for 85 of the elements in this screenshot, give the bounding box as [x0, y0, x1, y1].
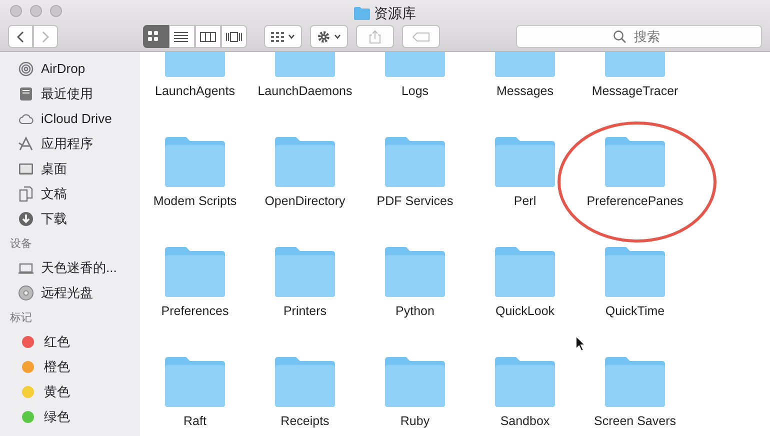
sidebar-item[interactable]: 最近使用 [0, 81, 140, 106]
list-view-tab[interactable] [169, 25, 195, 48]
folder-name: Perl [514, 193, 536, 210]
folder-name: Printers [283, 303, 327, 320]
folder-icon[interactable] [604, 246, 666, 298]
sidebar-item[interactable]: 远程光盘 [0, 280, 140, 305]
folder-icon[interactable] [604, 136, 666, 188]
folder-icon[interactable] [164, 136, 226, 188]
folder-icon[interactable] [494, 246, 556, 298]
folder-name: Python [396, 303, 434, 320]
folder-icon[interactable] [384, 246, 446, 298]
folder-name: MessageTracer [592, 83, 678, 100]
sidebar-item[interactable]: 红色 [0, 329, 140, 354]
share-button[interactable] [356, 25, 394, 48]
folder-name: Receipts [280, 413, 330, 430]
folder-icon[interactable] [604, 356, 666, 408]
folder-name: LaunchDaemons [258, 83, 352, 100]
tray-icon [18, 86, 34, 102]
disc-icon [18, 284, 34, 300]
folder-name: Messages [496, 83, 554, 100]
back-button[interactable] [8, 25, 33, 48]
window-title: 资源库 [374, 4, 416, 22]
folder-icon[interactable] [384, 356, 446, 408]
caret-icon [288, 34, 295, 39]
folder-name: Screen Savers [594, 413, 676, 430]
tag-button[interactable] [402, 25, 440, 48]
sidebar-item[interactable]: 橙色 [0, 354, 140, 379]
folder-name: Logs [401, 83, 429, 100]
folder-icon[interactable] [494, 136, 556, 188]
folder-name: PDF Services [376, 193, 454, 210]
folder-icon[interactable] [274, 246, 336, 298]
folder-icon [354, 6, 370, 20]
folder-name: Raft [184, 413, 206, 430]
download-icon [18, 210, 34, 226]
folder-name: Preferences [161, 303, 229, 320]
columns-icon [200, 30, 216, 42]
folder-icon[interactable] [164, 246, 226, 298]
sidebar-item[interactable]: iCloud Drive [0, 106, 140, 131]
sidebar-item[interactable]: 绿色 [0, 404, 140, 429]
sidebar-section-header: 标记 [9, 311, 33, 326]
sidebar-item[interactable]: 文稿 [0, 181, 140, 206]
close-button[interactable] [10, 5, 22, 17]
zoom-button[interactable] [50, 5, 62, 17]
folder-name: QuickLook [495, 303, 555, 320]
minimize-button[interactable] [30, 5, 42, 17]
tag-icon [412, 32, 430, 42]
chevron-right-icon [42, 30, 49, 42]
grid-icon [271, 32, 284, 42]
airdrop-icon [18, 60, 34, 76]
sidebar-item[interactable]: 桌面 [0, 156, 140, 181]
sidebar-item[interactable]: AirDrop [0, 56, 140, 81]
sidebar-item[interactable]: 下载 [0, 206, 140, 231]
folder-name: PreferencePanes [586, 193, 684, 210]
folder-name: Sandbox [500, 413, 550, 430]
cover-flow-icon [226, 30, 242, 42]
folder-name: QuickTime [605, 303, 665, 320]
sidebar-item[interactable]: 应用程序 [0, 131, 140, 156]
sidebar-section-header: 设备 [9, 237, 33, 252]
folder-icon[interactable] [384, 136, 446, 188]
search-field[interactable]: 搜索 [516, 25, 762, 48]
sidebar-item[interactable]: 黄色 [0, 379, 140, 404]
folder-icon[interactable] [274, 136, 336, 188]
folder-name: LaunchAgents [155, 83, 235, 100]
arrange-button[interactable] [264, 25, 302, 48]
lines-icon [174, 30, 190, 42]
folder-icon[interactable] [274, 356, 336, 408]
chevron-left-icon [17, 30, 24, 42]
pencil-ruler-icon [18, 136, 34, 152]
sidebar-item[interactable]: 天色迷香的... [0, 255, 140, 280]
column-view-tab[interactable] [195, 25, 221, 48]
share-icon [369, 30, 381, 44]
gear-icon [317, 30, 330, 44]
folder-name: Ruby [400, 413, 430, 430]
coverflow-view-tab[interactable] [221, 25, 247, 48]
pointer-icon [575, 335, 586, 352]
screen-icon [18, 160, 34, 176]
documents-icon [18, 186, 34, 202]
search-icon [613, 30, 626, 43]
folder-icon[interactable] [164, 356, 226, 408]
folder-name: Modem Scripts [153, 193, 237, 210]
icon-view-tab[interactable] [143, 25, 169, 48]
folder-name: OpenDirectory [264, 193, 346, 210]
caret-icon [334, 34, 341, 39]
folder-icon[interactable] [494, 356, 556, 408]
action-button[interactable] [310, 25, 348, 48]
